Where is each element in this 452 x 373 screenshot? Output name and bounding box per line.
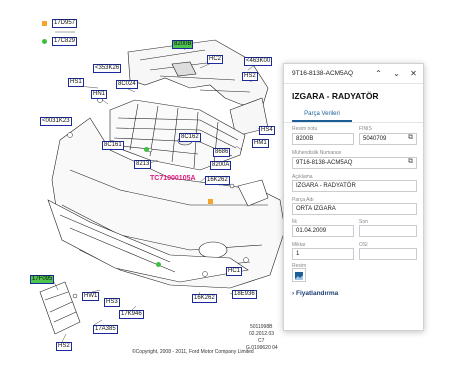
callout-HS3[interactable]: HS3: [104, 298, 120, 307]
callout-8C024[interactable]: 8C024: [116, 80, 138, 89]
legend-square-icon: [42, 21, 47, 26]
callout-8200B[interactable]: 8200B: [172, 40, 194, 49]
callout-17K946[interactable]: 17K946: [119, 310, 144, 319]
callout-17A385[interactable]: 17A385: [93, 325, 118, 334]
callout-463K00[interactable]: <463K00: [244, 57, 273, 66]
panel-header: 9T16-8138-ACM5AQ ⌃ ⌄ ✕: [284, 64, 423, 84]
field-image-note[interactable]: 8200B: [292, 133, 354, 145]
image-icon: [295, 272, 303, 280]
callout-HS2-upper[interactable]: HS2: [242, 72, 258, 81]
legend-dot-icon: [42, 39, 47, 44]
copy-icon[interactable]: ⧉: [408, 158, 413, 166]
marker-square-icon: [208, 199, 213, 204]
callout-HC2[interactable]: HC2: [207, 55, 224, 64]
diagram-code-3: C7: [258, 338, 265, 344]
chevron-right-icon: ›: [292, 290, 295, 297]
image-thumbnail[interactable]: [292, 268, 306, 282]
marker-dot-icon: [156, 262, 161, 267]
field-part-name[interactable]: ORTA IZGARA: [292, 203, 417, 215]
pricing-label: Fiyatlandırma: [295, 290, 339, 297]
field-label-image-note: Resim notu: [292, 126, 318, 132]
callout-8C162[interactable]: 8C162: [179, 133, 201, 142]
callout-18E936[interactable]: 18E936: [232, 290, 257, 299]
field-first[interactable]: 01.04.2009: [292, 225, 354, 237]
part-details-panel: 9T16-8138-ACM5AQ ⌃ ⌄ ✕ IZGARA - RADYATÖR…: [283, 63, 424, 331]
callout-HS4[interactable]: HS4: [259, 126, 275, 135]
callout-17D957[interactable]: 17D957: [52, 19, 78, 28]
license-bracket: [39, 281, 81, 335]
pricing-link[interactable]: › Fiyatlandırma: [292, 290, 338, 297]
close-icon[interactable]: ✕: [408, 68, 419, 79]
callout-8C161[interactable]: 8C161: [102, 141, 124, 150]
field-last[interactable]: [359, 225, 417, 237]
field-osi[interactable]: [359, 248, 417, 260]
callout-16K262-lower[interactable]: 16K262: [192, 294, 217, 303]
callout-353K26[interactable]: <353K26: [93, 64, 122, 73]
field-description[interactable]: IZGARA - RADYATÖR: [292, 180, 417, 192]
tab-part-data[interactable]: Parça Verileri: [292, 108, 352, 122]
callout-17F095[interactable]: 17F095: [30, 275, 55, 284]
callout-8200A[interactable]: 8200A: [210, 161, 232, 170]
chevron-up-icon[interactable]: ⌃: [373, 68, 384, 79]
field-label-engineering-number: Mühendislik Numarası: [292, 150, 342, 156]
callout-HS1[interactable]: HS1: [68, 78, 84, 87]
diagram-code-4: G.0199620 04: [246, 345, 278, 351]
panel-part-number: 9T16-8138-ACM5AQ: [292, 70, 354, 77]
callout-HN1[interactable]: HN1: [91, 90, 108, 99]
copyright-text: ©Copyright, 2008 - 2011, Ford Motor Comp…: [132, 349, 254, 355]
diagram-code-2: 02.2012.03: [249, 331, 275, 337]
field-label-finis: FINIS: [359, 126, 372, 132]
callout-HC1[interactable]: HC1: [226, 267, 243, 276]
callout-17C829[interactable]: 17C829: [52, 37, 78, 46]
callout-16K262-upper[interactable]: 16K262: [205, 176, 230, 185]
callout-8213[interactable]: 8213: [134, 160, 152, 169]
highlighted-part-label[interactable]: TC71000105A: [150, 175, 196, 182]
tab-divider: [284, 122, 423, 123]
callout-HM1[interactable]: HM1: [252, 139, 269, 148]
callout-HS2-lower[interactable]: HS2: [56, 342, 72, 351]
marker-dot-icon: [144, 147, 149, 152]
field-engineering-number[interactable]: 9T16-8138-ACM5AQ: [292, 157, 417, 169]
chevron-down-icon[interactable]: ⌄: [391, 68, 402, 79]
callout-8686[interactable]: 8686: [213, 148, 231, 157]
callout-0031K23[interactable]: <0031K23: [40, 117, 72, 126]
diagram-code-1: 5011998B: [250, 324, 273, 330]
panel-title: IZGARA - RADYATÖR: [292, 91, 379, 101]
callout-HW1[interactable]: HW1: [82, 292, 100, 301]
copy-icon[interactable]: ⧉: [408, 134, 413, 142]
field-quantity[interactable]: 1: [292, 248, 354, 260]
